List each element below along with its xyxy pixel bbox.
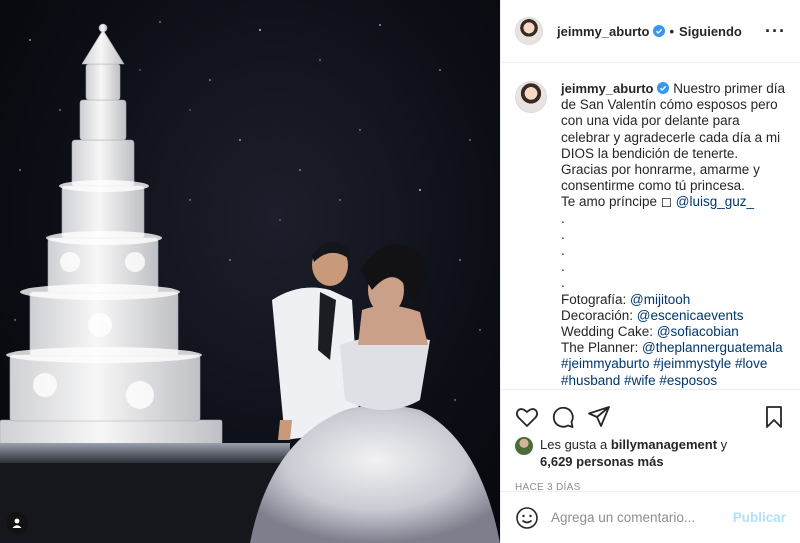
caption-avatar[interactable] bbox=[515, 81, 547, 113]
credit-deco-label: Decoración: bbox=[561, 307, 637, 323]
caption: jeimmy_aburto Nuestro primer día de San … bbox=[561, 81, 786, 389]
instagram-post: jeimmy_aburto • Siguiendo ··· jeimmy_abu… bbox=[0, 0, 800, 543]
cake-table bbox=[0, 443, 290, 463]
post-header: jeimmy_aburto • Siguiendo ··· bbox=[501, 0, 800, 63]
caption-scroll-area[interactable]: jeimmy_aburto Nuestro primer día de San … bbox=[501, 63, 800, 389]
likes-summary: Les gusta a billymanagement y 6,629 pers… bbox=[501, 436, 800, 470]
credit-cake-link[interactable]: @sofiacobian bbox=[657, 324, 739, 339]
verified-badge-icon bbox=[653, 25, 666, 37]
liker-avatar[interactable] bbox=[515, 437, 533, 455]
likes-count[interactable]: 6,629 personas más bbox=[540, 454, 664, 469]
credit-photo-link[interactable]: @mijitooh bbox=[630, 292, 690, 307]
mention-link[interactable]: @luisg_guz_ bbox=[676, 194, 754, 209]
wedding-photo-illustration bbox=[0, 21, 500, 543]
comment-icon[interactable] bbox=[551, 405, 575, 429]
author-avatar[interactable] bbox=[515, 17, 543, 45]
likes-prefix: Les gusta a bbox=[540, 437, 611, 452]
author-username[interactable]: jeimmy_aburto bbox=[557, 24, 649, 39]
credit-planner-link[interactable]: @theplannerguatemala bbox=[642, 340, 783, 355]
caption-username[interactable]: jeimmy_aburto bbox=[561, 81, 653, 96]
post-photo[interactable] bbox=[0, 0, 500, 543]
caption-text-2: Te amo príncipe ◻ bbox=[561, 194, 676, 210]
caption-dots: . . . . . bbox=[561, 210, 565, 291]
post-sidebar: jeimmy_aburto • Siguiendo ··· jeimmy_abu… bbox=[500, 0, 800, 543]
likes-text: Les gusta a billymanagement y 6,629 pers… bbox=[540, 436, 727, 470]
follow-status-button[interactable]: Siguiendo bbox=[679, 24, 742, 39]
separator-dot: • bbox=[669, 23, 675, 39]
emoji-icon[interactable] bbox=[515, 506, 539, 530]
credit-planner-label: The Planner: bbox=[561, 340, 643, 356]
hashtags[interactable]: #jeimmyaburto #jeimmystyle #love #husban… bbox=[561, 356, 786, 388]
action-icons bbox=[501, 390, 800, 434]
user-tag-icon[interactable] bbox=[6, 512, 28, 534]
bride bbox=[358, 244, 428, 345]
more-options-icon[interactable]: ··· bbox=[765, 22, 786, 40]
liker-username[interactable]: billymanagement bbox=[611, 437, 717, 452]
publish-button[interactable]: Publicar bbox=[733, 510, 786, 525]
credit-cake-label: Wedding Cake: bbox=[561, 324, 657, 340]
caption-verified-badge-icon bbox=[657, 82, 670, 94]
comment-bar: Publicar bbox=[501, 491, 800, 543]
bookmark-icon[interactable] bbox=[762, 405, 786, 429]
credit-deco-link[interactable]: @escenicaevents bbox=[637, 308, 744, 323]
comment-input[interactable] bbox=[551, 510, 731, 525]
heart-icon[interactable] bbox=[515, 405, 539, 429]
likes-joiner: y bbox=[717, 437, 728, 452]
credit-photo-label: Fotografía: bbox=[561, 291, 631, 307]
share-icon[interactable] bbox=[587, 405, 611, 429]
caption-text: Nuestro primer día de San Valentín cómo … bbox=[561, 81, 786, 194]
